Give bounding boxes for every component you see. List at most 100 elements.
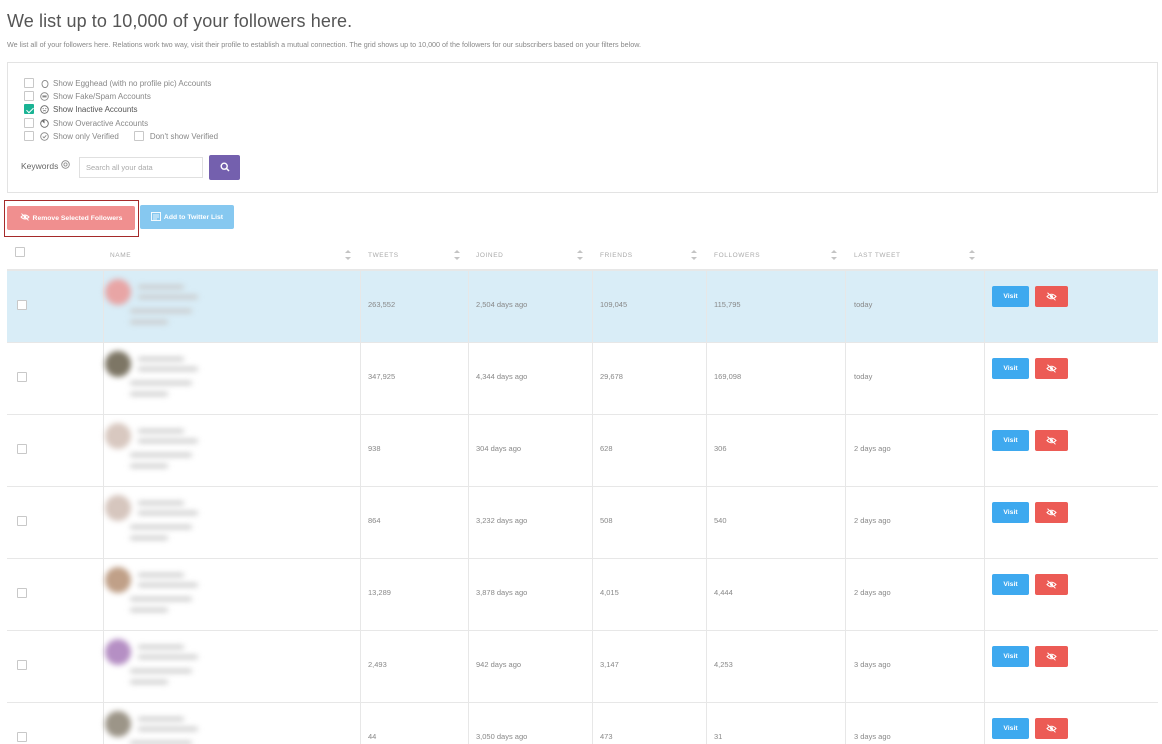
remove-selected-button[interactable]: Remove Selected Followers	[7, 206, 135, 230]
column-divider	[592, 343, 593, 414]
sleep-face-icon	[40, 104, 49, 114]
visit-button[interactable]: Visit	[992, 646, 1029, 667]
eye-slash-icon	[1046, 648, 1057, 666]
column-divider	[360, 559, 361, 630]
visit-button[interactable]: Visit	[992, 574, 1029, 595]
cell-friends: 628	[600, 444, 613, 453]
table-row[interactable]: 2,493 942 days ago 3,147 4,253 3 days ago Vis…	[7, 631, 1158, 703]
cell-friends: 508	[600, 516, 613, 525]
cell-tweets: 44	[368, 732, 377, 741]
cell-last-tweet: today	[854, 300, 873, 309]
speedometer-icon	[40, 118, 49, 128]
filter-overactive[interactable]: Show Overactive Accounts	[24, 117, 148, 129]
table-row[interactable]: 864 3,232 days ago 508 540 2 days ago Visit	[7, 487, 1158, 559]
egg-icon	[40, 79, 49, 88]
filter-verified-only-checkbox[interactable]	[24, 131, 34, 141]
blurred-profile	[104, 347, 222, 411]
table-row[interactable]: 347,925 4,344 days ago 29,678 169,098 today V…	[7, 343, 1158, 415]
hide-follower-button[interactable]	[1035, 358, 1068, 379]
hide-follower-button[interactable]	[1035, 646, 1068, 667]
search-input[interactable]: Search all your data	[79, 157, 203, 178]
row-checkbox[interactable]	[17, 372, 27, 382]
sort-icon[interactable]	[345, 250, 351, 260]
column-divider	[592, 703, 593, 744]
table-row[interactable]: 938 304 days ago 628 306 2 days ago Visit	[7, 415, 1158, 487]
eye-slash-icon	[1046, 432, 1057, 450]
filter-verified-only[interactable]: Show only Verified Don't show Verified	[24, 130, 218, 142]
cell-joined: 2,504 days ago	[476, 300, 528, 309]
filter-fake-checkbox[interactable]	[24, 91, 34, 101]
visit-button[interactable]: Visit	[992, 358, 1029, 379]
search-button[interactable]	[209, 155, 240, 180]
column-header-tweets[interactable]: TWEETS	[368, 252, 399, 259]
visit-button[interactable]: Visit	[992, 430, 1029, 451]
hide-follower-button[interactable]	[1035, 286, 1068, 307]
hide-follower-button[interactable]	[1035, 430, 1068, 451]
filter-hide-verified-checkbox[interactable]	[133, 131, 144, 141]
column-divider	[592, 271, 593, 342]
sort-icon[interactable]	[691, 250, 697, 260]
visit-button[interactable]: Visit	[992, 718, 1029, 739]
cell-followers: 4,444	[714, 588, 733, 597]
filter-panel: Show Egghead (with no profile pic) Accou…	[7, 62, 1158, 193]
column-divider	[360, 703, 361, 744]
table-row[interactable]: 13,289 3,878 days ago 4,015 4,444 2 days ago…	[7, 559, 1158, 631]
eye-slash-icon	[19, 213, 30, 223]
table-row[interactable]: 263,552 2,504 days ago 109,045 115,795 today…	[7, 271, 1158, 343]
column-divider	[984, 343, 985, 414]
filter-fake[interactable]: Show Fake/Spam Accounts	[24, 90, 151, 102]
column-header-name[interactable]: NAME	[110, 252, 131, 259]
filter-overactive-label: Show Overactive Accounts	[53, 118, 149, 128]
cell-joined: 942 days ago	[476, 660, 522, 669]
grid-body: 263,552 2,504 days ago 109,045 115,795 today…	[7, 271, 1158, 744]
verified-icon	[40, 131, 49, 141]
cell-last-tweet: 2 days ago	[854, 588, 891, 597]
column-divider	[592, 631, 593, 702]
row-checkbox[interactable]	[17, 732, 27, 742]
filter-overactive-checkbox[interactable]	[24, 118, 34, 128]
row-checkbox[interactable]	[17, 300, 27, 310]
row-checkbox[interactable]	[17, 660, 27, 670]
avatar	[105, 423, 131, 449]
cell-followers: 169,098	[714, 372, 742, 381]
visit-button[interactable]: Visit	[992, 502, 1029, 523]
cell-tweets: 2,493	[368, 660, 387, 669]
cell-tweets: 347,925	[368, 372, 396, 381]
cell-tweets: 13,289	[368, 588, 391, 597]
row-checkbox[interactable]	[17, 516, 27, 526]
column-header-last-tweet[interactable]: LAST TWEET	[854, 252, 901, 259]
filter-egghead[interactable]: Show Egghead (with no profile pic) Accou…	[24, 77, 211, 89]
hide-follower-button[interactable]	[1035, 574, 1068, 595]
sort-icon[interactable]	[577, 250, 583, 260]
column-header-friends[interactable]: FRIENDS	[600, 252, 633, 259]
hide-follower-button[interactable]	[1035, 502, 1068, 523]
table-row[interactable]: 44 3,050 days ago 473 31 3 days ago Visit	[7, 703, 1158, 744]
sort-icon[interactable]	[969, 250, 975, 260]
sort-icon[interactable]	[831, 250, 837, 260]
filter-egghead-checkbox[interactable]	[24, 78, 34, 88]
column-divider	[845, 343, 846, 414]
visit-button[interactable]: Visit	[992, 286, 1029, 307]
select-all-checkbox[interactable]	[15, 247, 25, 257]
column-divider	[468, 559, 469, 630]
column-divider	[592, 487, 593, 558]
cell-joined: 304 days ago	[476, 444, 522, 453]
row-checkbox[interactable]	[17, 444, 27, 454]
avatar	[105, 351, 131, 377]
row-checkbox[interactable]	[17, 588, 27, 598]
filter-inactive-checkbox[interactable]	[24, 104, 34, 114]
column-header-followers[interactable]: FOLLOWERS	[714, 252, 760, 259]
sort-icon[interactable]	[454, 250, 460, 260]
column-divider	[845, 415, 846, 486]
column-divider	[845, 271, 846, 342]
filter-inactive[interactable]: Show Inactive Accounts	[24, 103, 138, 115]
column-header-joined[interactable]: JOINED	[476, 252, 503, 259]
column-divider	[468, 271, 469, 342]
cell-tweets: 938	[368, 444, 381, 453]
avatar	[105, 279, 131, 305]
hide-follower-button[interactable]	[1035, 718, 1068, 739]
column-divider	[984, 703, 985, 744]
column-divider	[468, 703, 469, 744]
add-to-list-button[interactable]: Add to Twitter List	[140, 205, 234, 229]
cell-friends: 109,045	[600, 300, 628, 309]
